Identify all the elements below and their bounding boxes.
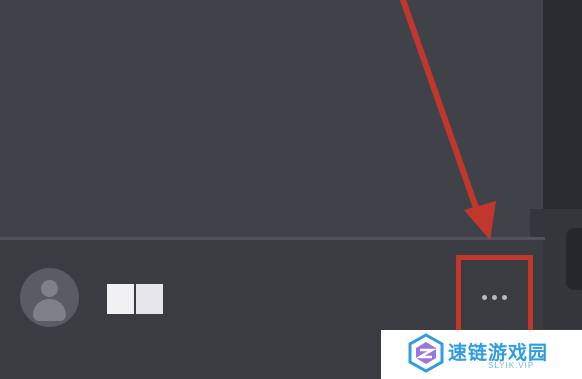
- redaction-block: [136, 284, 163, 314]
- more-dot-icon: [482, 295, 487, 300]
- more-options-button[interactable]: [456, 255, 533, 340]
- more-dot-icon: [502, 295, 507, 300]
- more-dot-icon: [492, 295, 497, 300]
- avatar-body-icon: [33, 299, 66, 321]
- watermark-subtitle: SLYIK.VIP: [488, 361, 535, 370]
- username-redacted: [107, 284, 163, 314]
- side-panel: [543, 0, 582, 209]
- watermark-logo-icon: [408, 333, 444, 373]
- message-area: [0, 0, 543, 238]
- watermark: 速链游戏园 SLYIK.VIP: [381, 330, 582, 379]
- avatar-head-icon: [41, 280, 58, 297]
- side-panel-tab[interactable]: [566, 228, 582, 290]
- redaction-block: [107, 284, 134, 314]
- user-avatar[interactable]: [20, 268, 79, 327]
